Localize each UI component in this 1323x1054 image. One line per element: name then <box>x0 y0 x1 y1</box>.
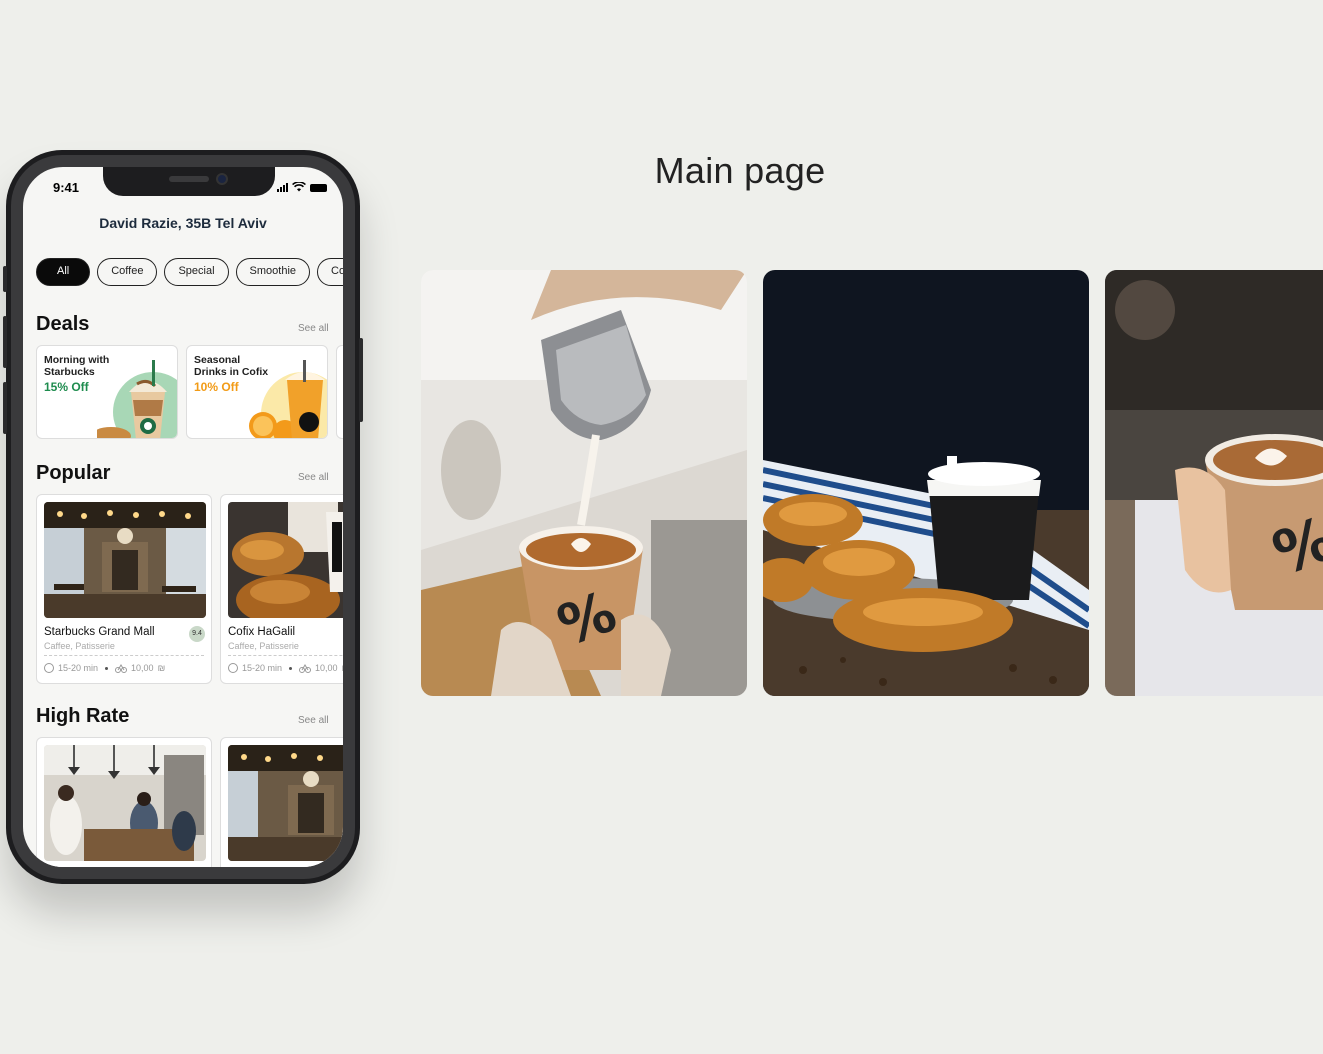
deals-see-all-link[interactable]: See all <box>298 323 329 334</box>
place-card[interactable]: Cofix HaGalil Caffee, Patisserie 15-20 m… <box>220 494 343 684</box>
phone-mute-switch <box>3 266 7 292</box>
phone-mockup: 9:41 David Razie, 35B Tel Aviv All Coffe… <box>3 150 363 884</box>
place-meta: 15-20 min 10,00 ₪ <box>44 663 165 673</box>
deal-offer: 10% Off <box>194 380 239 394</box>
separator-dot <box>105 666 109 670</box>
clock-icon <box>44 663 54 673</box>
place-card[interactable] <box>220 737 343 867</box>
place-card[interactable] <box>36 737 212 867</box>
deal-title: Seasonal Drinks in Cofix <box>194 354 269 378</box>
chip-co[interactable]: Co <box>317 258 343 286</box>
place-category: Caffee, Patisserie <box>228 641 299 651</box>
place-name: Starbucks Grand Mall <box>44 626 155 638</box>
place-name: Cofix HaGalil <box>228 626 296 638</box>
popular-see-all-link[interactable]: See all <box>298 472 329 483</box>
status-icons <box>277 182 327 192</box>
deal-text: Seasonal Drinks in Cofix 10% Off <box>194 354 274 393</box>
signal-icon <box>277 183 288 192</box>
battery-icon <box>310 184 327 192</box>
cafe-interior-photo <box>44 502 206 618</box>
phone-speaker <box>169 176 209 182</box>
divider <box>44 655 204 656</box>
page-heading: Main page <box>654 150 826 191</box>
croissant-coffee-photo <box>763 270 1089 696</box>
divider <box>228 655 343 656</box>
cafe-interior-photo <box>228 745 343 861</box>
chip-special[interactable]: Special <box>164 258 229 286</box>
delivery-fee: 10,00 <box>131 663 154 673</box>
phone-volume-down <box>3 382 7 434</box>
delivery-location[interactable]: David Razie, 35B Tel Aviv <box>23 215 343 231</box>
delivery-fee: 10,00 <box>315 663 338 673</box>
popular-title: Popular <box>36 462 111 484</box>
cofix-pastry-photo <box>228 502 343 618</box>
currency-symbol: ₪ <box>342 663 343 673</box>
chip-all[interactable]: All <box>36 258 91 286</box>
deal-card[interactable] <box>336 345 343 439</box>
chip-smoothie[interactable]: Smoothie <box>235 258 311 286</box>
bike-icon <box>115 664 128 673</box>
place-meta: 15-20 min 10,00 ₪ <box>228 663 343 673</box>
phone-screen: 9:41 David Razie, 35B Tel Aviv All Coffe… <box>23 167 343 867</box>
high-rate-title: High Rate <box>36 705 130 727</box>
deal-text: Morning with Starbucks 15% Off <box>44 354 124 393</box>
category-chips: All Coffee Special Smoothie Co <box>36 258 343 286</box>
high-rate-see-all-link[interactable]: See all <box>298 715 329 726</box>
place-category: Caffee, Patisserie <box>44 641 115 651</box>
rating-badge: 9.4 <box>189 626 205 642</box>
clock-icon <box>228 663 238 673</box>
status-time: 9:41 <box>53 180 80 195</box>
deal-card[interactable]: Seasonal Drinks in Cofix 10% Off <box>186 345 328 439</box>
phone-power-button <box>359 338 363 422</box>
delivery-time: 15-20 min <box>58 663 99 673</box>
bright-cafe-photo <box>44 745 206 861</box>
wifi-icon <box>292 182 306 192</box>
separator-dot <box>289 666 293 670</box>
deal-offer: 15% Off <box>44 380 89 394</box>
deals-title: Deals <box>36 313 90 335</box>
currency-symbol: ₪ <box>157 663 166 673</box>
latte-art-pour-photo: % <box>421 270 747 696</box>
phone-notch <box>103 167 275 196</box>
latte-cup-hand-photo: % <box>1105 270 1323 696</box>
bike-icon <box>299 664 312 673</box>
phone-volume-up <box>3 316 7 368</box>
chip-coffee[interactable]: Coffee <box>97 258 158 286</box>
deal-card[interactable]: Morning with Starbucks 15% Off <box>36 345 178 439</box>
deal-title: Morning with Starbucks <box>44 354 110 378</box>
delivery-time: 15-20 min <box>242 663 283 673</box>
place-card[interactable]: Starbucks Grand Mall 9.4 Caffee, Patisse… <box>36 494 212 684</box>
phone-camera <box>216 173 228 185</box>
